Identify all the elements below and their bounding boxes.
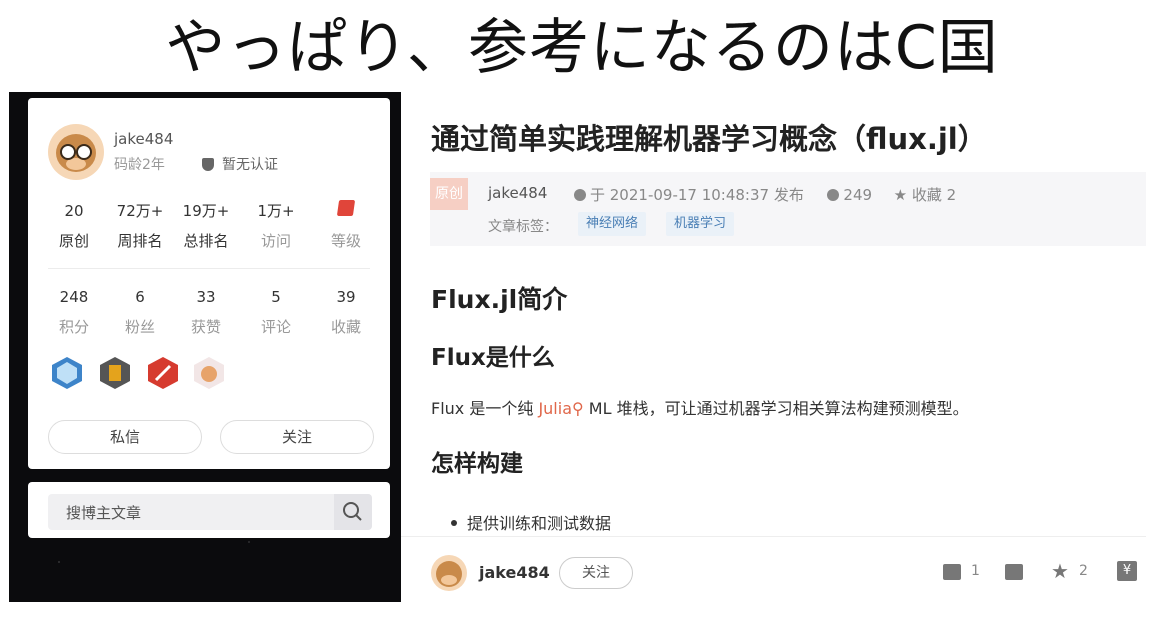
shield-icon [202,158,214,171]
profile-username[interactable]: jake484 [114,130,173,148]
search-input[interactable] [48,494,354,532]
stat-value: 248 [59,288,89,306]
badge-icon-monkey[interactable] [192,356,226,390]
tags-label: 文章标签： [488,219,558,235]
bottom-avatar[interactable] [431,555,467,591]
heading-how-to-build: 怎样构建 [431,451,523,477]
stat-points[interactable]: 248 积分 [44,286,104,337]
search-button[interactable] [334,494,372,530]
article-author[interactable]: jake484 [488,184,547,202]
stat-label: 粉丝 [124,318,155,336]
divider [48,268,370,269]
heading-flux-intro: Flux.jl简介 [431,285,568,314]
reward-icon[interactable]: ¥ [1117,561,1137,581]
paragraph-text-rest: ML 堆栈，可让通过机器学习相关算法构建预测模型。 [583,399,969,418]
stat-value: 5 [271,288,281,306]
stat-value: 39 [336,288,356,306]
bottom-follow-button[interactable]: 关注 [559,557,633,589]
follow-button[interactable]: 关注 [220,420,374,454]
stat-total-rank[interactable]: 19万+ 总排名 [176,200,236,251]
thumbs-up-icon[interactable] [943,564,961,580]
thumbs-down-icon[interactable] [1005,564,1023,580]
stat-label: 等级 [330,232,361,250]
julia-link[interactable]: Julia [538,399,572,418]
favorite-count[interactable]: 收藏 2 [912,186,956,204]
stat-value: 20 [64,202,84,220]
article-title: 通过简单实践理解机器学习概念（flux.jl） [431,122,987,156]
stat-value: 19万+ [182,202,230,220]
code-age: 码龄2年 [114,157,165,173]
stat-visits[interactable]: 1万+ 访问 [246,200,306,251]
stat-label: 访问 [260,232,291,250]
stat-label: 积分 [58,318,89,336]
search-box [48,494,372,532]
stat-value: 33 [196,288,216,306]
view-count: 249 [843,186,873,204]
star-icon: ★ [893,186,908,204]
like-count: 1 [971,563,980,579]
tag-neural-network[interactable]: 神经网络 [578,212,647,236]
tag-machine-learning[interactable]: 机器学习 [666,212,735,236]
clock-icon [574,189,586,201]
heading-what-is-flux: Flux是什么 [431,345,555,371]
list-item: 提供训练和测试数据 [451,510,611,534]
verification-status: 暂无认证 [202,154,278,174]
article-meta: 原创 jake484 于 2021-09-17 10:48:37 发布 249 … [430,172,1146,246]
stat-weekly-rank[interactable]: 72万+ 周排名 [110,200,170,251]
stat-label: 获赞 [190,318,221,336]
stat-label: 总排名 [183,232,229,250]
stat-value: 6 [135,288,145,306]
stat-label: 评论 [260,318,291,336]
original-badge: 原创 [430,178,468,210]
caption-banner: やっぱり、参考になるのはC国 [165,13,999,83]
message-button[interactable]: 私信 [48,420,202,454]
badge-icon-pen[interactable] [146,356,180,390]
stat-label: 周排名 [117,232,163,250]
stat-level[interactable]: 等级 [316,200,376,251]
star-count: 2 [1079,563,1088,579]
publish-info: 于 2021-09-17 10:48:37 发布 249 ★ 收藏 2 [574,184,956,205]
stat-value: 1万+ [257,202,295,220]
paragraph: Flux 是一个纯 Julia⚲ ML 堆栈，可让通过机器学习相关算法构建预测模… [431,395,969,419]
article-panel: 通过简单实践理解机器学习概念（flux.jl） 原创 jake484 于 202… [401,92,1146,602]
stat-favorites[interactable]: 39 收藏 [316,286,376,337]
avatar[interactable] [48,124,104,180]
stat-comments[interactable]: 5 评论 [246,286,306,337]
star-icon[interactable]: ★ [1051,559,1069,583]
stat-likes[interactable]: 33 获赞 [176,286,236,337]
badge-icon-persistence[interactable] [98,356,132,390]
article-bottom-bar: jake484 关注 1 ★ 2 ¥ [401,536,1146,602]
stat-original[interactable]: 20 原创 [44,200,104,251]
badge-icon-ice[interactable] [50,356,84,390]
bottom-author-name[interactable]: jake484 [479,563,550,582]
stat-fans[interactable]: 6 粉丝 [110,286,170,337]
screenshot-area: jake484 码龄2年 暂无认证 20 原创 72万+ 周排名 19万+ 总排… [9,92,1146,602]
paragraph-text: Flux 是一个纯 [431,399,539,418]
profile-card: jake484 码龄2年 暂无认证 20 原创 72万+ 周排名 19万+ 总排… [28,98,390,469]
search-icon [343,502,362,521]
stat-label: 原创 [58,232,89,250]
stat-value: 72万+ [116,202,164,220]
eye-icon [827,189,840,201]
bullet-icon [451,520,457,526]
level-icon [336,200,356,216]
search-card [28,482,390,538]
verification-text: 暂无认证 [222,157,278,173]
stat-label: 收藏 [330,318,361,336]
publish-time: 于 2021-09-17 10:48:37 发布 [590,186,804,204]
search-link-icon[interactable]: ⚲ [572,399,584,418]
list-item-text: 提供训练和测试数据 [467,514,612,533]
